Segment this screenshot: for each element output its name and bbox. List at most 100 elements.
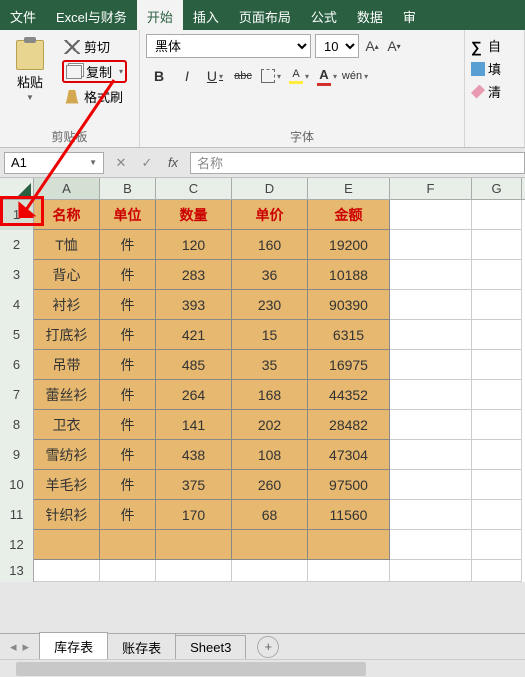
cell[interactable]: [390, 500, 472, 530]
copy-button[interactable]: 复制▾: [62, 60, 127, 83]
cell[interactable]: 160: [232, 230, 308, 260]
cell[interactable]: 19200: [308, 230, 390, 260]
accept-formula-button[interactable]: ✓: [138, 155, 156, 171]
cell[interactable]: 件: [100, 410, 156, 440]
name-box[interactable]: A1▼: [4, 152, 104, 174]
row-header[interactable]: 7: [0, 380, 34, 410]
cell[interactable]: 168: [232, 380, 308, 410]
formula-input[interactable]: 名称: [190, 152, 525, 174]
border-button[interactable]: ▾: [258, 64, 284, 88]
col-header-b[interactable]: B: [100, 178, 156, 199]
cell[interactable]: 11560: [308, 500, 390, 530]
autosum-button[interactable]: ∑自: [471, 34, 518, 57]
cell[interactable]: 68: [232, 500, 308, 530]
cell[interactable]: 件: [100, 380, 156, 410]
clear-button[interactable]: 清: [471, 80, 518, 103]
fx-button[interactable]: fx: [164, 155, 182, 171]
cell[interactable]: 件: [100, 350, 156, 380]
strikethrough-button[interactable]: abc: [230, 64, 256, 88]
cell[interactable]: 108: [232, 440, 308, 470]
bold-button[interactable]: B: [146, 64, 172, 88]
menu-formula[interactable]: 公式: [301, 0, 347, 30]
increase-font-button[interactable]: A▴: [363, 36, 381, 56]
cell[interactable]: [232, 530, 308, 560]
cell[interactable]: 单价: [232, 200, 308, 230]
cell[interactable]: [390, 290, 472, 320]
cell[interactable]: [390, 260, 472, 290]
cell[interactable]: 件: [100, 470, 156, 500]
font-color-button[interactable]: A▾: [314, 64, 340, 88]
cell[interactable]: 16975: [308, 350, 390, 380]
cell[interactable]: 数量: [156, 200, 232, 230]
cell[interactable]: 单位: [100, 200, 156, 230]
cell[interactable]: [390, 320, 472, 350]
row-header[interactable]: 5: [0, 320, 34, 350]
fill-button[interactable]: 填: [471, 57, 518, 80]
cell[interactable]: [390, 530, 472, 560]
cell[interactable]: [472, 470, 522, 500]
cell[interactable]: [390, 380, 472, 410]
cell[interactable]: 485: [156, 350, 232, 380]
cell[interactable]: [100, 530, 156, 560]
paste-button[interactable]: 粘贴 ▼: [6, 34, 54, 107]
tab-first-button[interactable]: ◂: [10, 639, 17, 655]
cell[interactable]: [472, 200, 522, 230]
select-all-button[interactable]: [0, 178, 34, 199]
sheet-tab-sheet3[interactable]: Sheet3: [175, 635, 246, 659]
cell[interactable]: 28482: [308, 410, 390, 440]
row-header[interactable]: 9: [0, 440, 34, 470]
cell[interactable]: 10188: [308, 260, 390, 290]
sheet-tab-inventory[interactable]: 库存表: [39, 632, 108, 661]
font-size-select[interactable]: 10: [315, 34, 359, 58]
row-header[interactable]: 2: [0, 230, 34, 260]
cell[interactable]: [34, 530, 100, 560]
cell[interactable]: 卫衣: [34, 410, 100, 440]
cell[interactable]: [390, 200, 472, 230]
cell[interactable]: [472, 380, 522, 410]
menu-file[interactable]: 文件: [0, 0, 46, 30]
cell[interactable]: 吊带: [34, 350, 100, 380]
cell[interactable]: [390, 350, 472, 380]
cell[interactable]: [472, 230, 522, 260]
font-name-select[interactable]: 黑体: [146, 34, 311, 58]
cell[interactable]: [472, 530, 522, 560]
cell[interactable]: [156, 530, 232, 560]
cell[interactable]: 背心: [34, 260, 100, 290]
italic-button[interactable]: I: [174, 64, 200, 88]
cell[interactable]: 6315: [308, 320, 390, 350]
cell[interactable]: [156, 560, 232, 582]
cell[interactable]: [390, 560, 472, 582]
cell[interactable]: [472, 260, 522, 290]
cell[interactable]: [472, 290, 522, 320]
cell[interactable]: [390, 230, 472, 260]
cell[interactable]: 件: [100, 320, 156, 350]
tab-last-button[interactable]: ▸: [23, 639, 30, 655]
row-header[interactable]: 11: [0, 500, 34, 530]
cell[interactable]: 438: [156, 440, 232, 470]
cell[interactable]: [472, 500, 522, 530]
row-header[interactable]: 10: [0, 470, 34, 500]
horizontal-scrollbar[interactable]: [0, 659, 525, 677]
cell[interactable]: [390, 470, 472, 500]
row-header[interactable]: 1: [0, 200, 34, 230]
cell[interactable]: 件: [100, 500, 156, 530]
menu-data[interactable]: 数据: [347, 0, 393, 30]
cell[interactable]: 打底衫: [34, 320, 100, 350]
cell[interactable]: 件: [100, 290, 156, 320]
row-header[interactable]: 13: [0, 560, 34, 582]
cell[interactable]: [472, 320, 522, 350]
cancel-formula-button[interactable]: ✕: [112, 155, 130, 171]
cell[interactable]: [232, 560, 308, 582]
cell[interactable]: 283: [156, 260, 232, 290]
cell[interactable]: [390, 410, 472, 440]
cut-button[interactable]: 剪切: [62, 36, 127, 57]
menu-insert[interactable]: 插入: [183, 0, 229, 30]
cell[interactable]: 名称: [34, 200, 100, 230]
cell[interactable]: [308, 560, 390, 582]
cell[interactable]: 羊毛衫: [34, 470, 100, 500]
cell[interactable]: 90390: [308, 290, 390, 320]
menu-excel-finance[interactable]: Excel与财务: [46, 0, 137, 30]
cell[interactable]: 421: [156, 320, 232, 350]
cell[interactable]: T恤: [34, 230, 100, 260]
cell[interactable]: 47304: [308, 440, 390, 470]
